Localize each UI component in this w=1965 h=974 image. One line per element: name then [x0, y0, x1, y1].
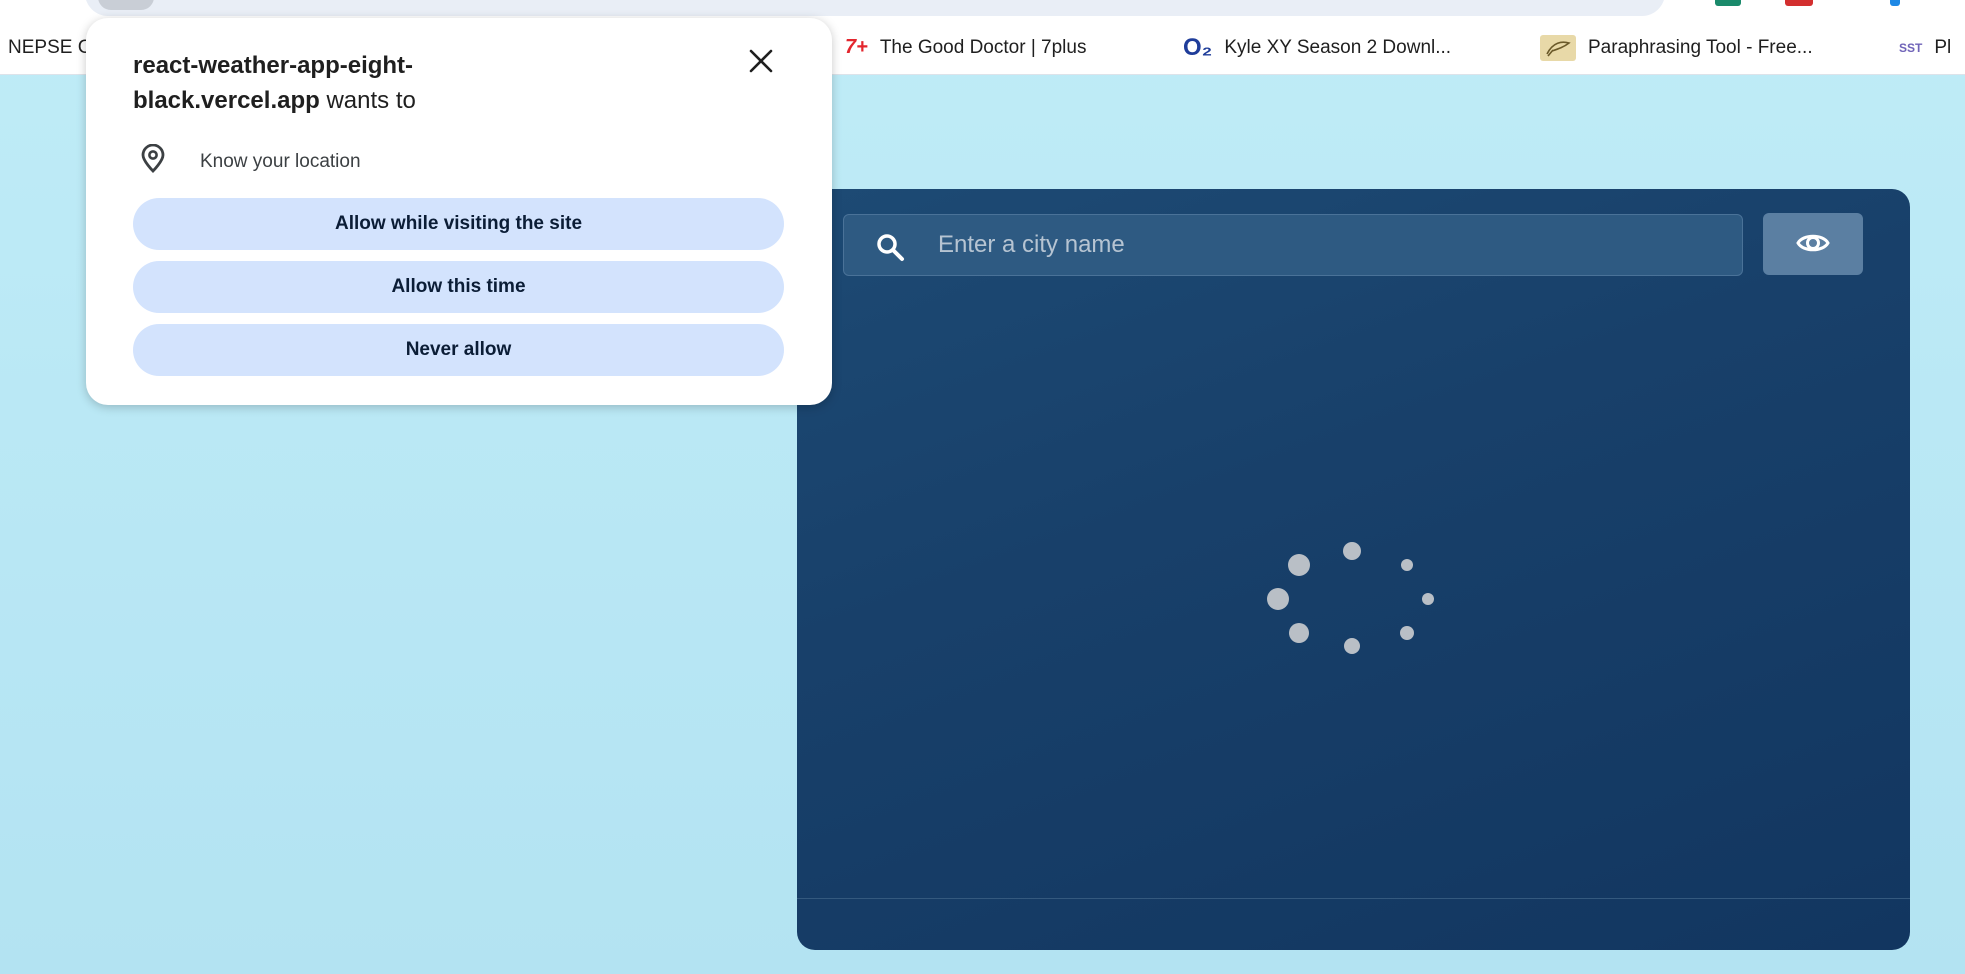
extension-icon[interactable] — [1785, 0, 1813, 6]
permission-title: react-weather-app-eight- black.vercel.ap… — [133, 48, 693, 118]
city-search-box[interactable] — [843, 214, 1743, 276]
extension-icon[interactable] — [1715, 0, 1741, 6]
close-icon[interactable] — [746, 46, 776, 76]
never-allow-button[interactable]: Never allow — [133, 324, 784, 376]
spinner-dot — [1401, 559, 1413, 571]
card-footer-divider — [797, 898, 1910, 899]
search-icon — [874, 231, 906, 263]
spinner-dot — [1267, 588, 1289, 610]
weather-app-card — [797, 189, 1910, 950]
allow-while-visiting-button[interactable]: Allow while visiting the site — [133, 198, 784, 250]
bookmark-label: NEPSE C — [8, 36, 92, 58]
spinner-dot — [1422, 593, 1434, 605]
location-permission-popup: react-weather-app-eight- black.vercel.ap… — [86, 18, 832, 405]
quill-icon — [1540, 34, 1576, 61]
city-search-input[interactable] — [938, 215, 1718, 275]
spinner-dot — [1400, 626, 1414, 640]
spinner-dot — [1288, 554, 1310, 576]
current-location-button[interactable] — [1763, 213, 1863, 275]
bookmark-the-good-doctor[interactable]: 7+ The Good Doctor | 7plus — [845, 20, 1086, 75]
7plus-icon: 7+ — [845, 36, 868, 58]
allow-this-time-button[interactable]: Allow this time — [133, 261, 784, 313]
bookmark-sst[interactable]: SST Pl — [1899, 20, 1951, 75]
spinner-dot — [1344, 638, 1360, 654]
extension-icon[interactable] — [1890, 0, 1900, 6]
bookmark-label: Paraphrasing Tool - Free... — [1588, 36, 1813, 58]
permission-site-line1: react-weather-app-eight- — [133, 52, 414, 79]
locate-icon — [1795, 225, 1831, 264]
bookmark-paraphrasing-tool[interactable]: Paraphrasing Tool - Free... — [1540, 20, 1813, 75]
permission-label: Know your location — [200, 150, 361, 172]
spinner-dot — [1289, 623, 1309, 643]
bookmark-label: Pl — [1934, 36, 1952, 58]
bookmark-label: The Good Doctor | 7plus — [879, 36, 1087, 58]
bookmark-label: Kyle XY Season 2 Downl... — [1224, 36, 1452, 58]
location-pin-icon — [138, 143, 168, 179]
permission-wants-to: wants to — [319, 87, 416, 114]
bookmark-nepse[interactable]: NEPSE C — [8, 20, 91, 75]
loading-spinner — [1267, 542, 1434, 654]
bookmark-kyle-xy[interactable]: O₂ Kyle XY Season 2 Downl... — [1183, 20, 1451, 75]
permission-item-location: Know your location — [138, 143, 361, 179]
site-info-icon[interactable] — [98, 0, 154, 10]
address-bar[interactable] — [85, 0, 1665, 16]
spinner-dot — [1343, 542, 1361, 560]
o2-icon: O₂ — [1183, 33, 1213, 61]
sst-icon: SST — [1899, 40, 1923, 55]
permission-site-line2: black.vercel.app — [133, 87, 320, 114]
